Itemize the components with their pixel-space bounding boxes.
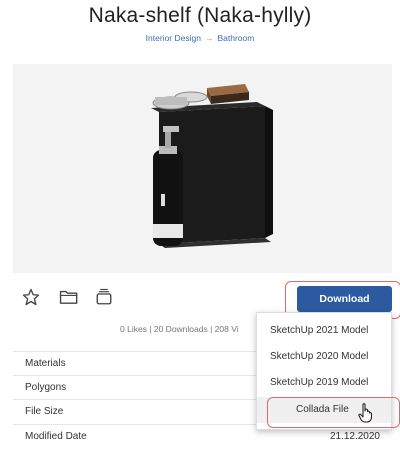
- menu-item-sketchup-2020[interactable]: SketchUp 2020 Model: [257, 344, 391, 370]
- shelf-side: [265, 106, 273, 238]
- breadcrumb-separator: →: [204, 33, 214, 43]
- pump-head: [163, 126, 179, 132]
- menu-item-sketchup-2021[interactable]: SketchUp 2021 Model: [257, 318, 391, 344]
- model-preview[interactable]: [13, 64, 392, 273]
- collection-icon[interactable]: [95, 288, 113, 311]
- page-title: Naka-shelf (Naka-hylly): [88, 4, 312, 27]
- breadcrumb-item-interior-design[interactable]: Interior Design: [146, 33, 201, 43]
- download-button[interactable]: Download: [297, 286, 392, 312]
- breadcrumb-item-bathroom[interactable]: Bathroom: [217, 33, 254, 43]
- shelf-model-image: [151, 84, 273, 248]
- menu-item-sketchup-2019[interactable]: SketchUp 2019 Model: [257, 370, 391, 396]
- hand-cursor-icon: [358, 403, 374, 428]
- detail-label: Polygons: [25, 382, 67, 393]
- bottle-label: [153, 224, 183, 238]
- detail-value: 21.12.2020: [329, 431, 380, 442]
- tin-1-body: [155, 97, 187, 105]
- folder-icon[interactable]: [59, 288, 79, 311]
- detail-label: File Size: [25, 406, 64, 417]
- model-stats: 0 Likes | 20 Downloads | 208 Vi: [120, 324, 239, 334]
- detail-label: Materials: [25, 358, 66, 369]
- breadcrumb: Interior Design → Bathroom: [0, 33, 400, 43]
- pump-stem: [165, 132, 171, 148]
- collada-highlight: [267, 397, 400, 428]
- detail-label: Modified Date: [25, 431, 87, 442]
- star-icon[interactable]: [22, 288, 40, 311]
- bottle-mark: [161, 194, 165, 206]
